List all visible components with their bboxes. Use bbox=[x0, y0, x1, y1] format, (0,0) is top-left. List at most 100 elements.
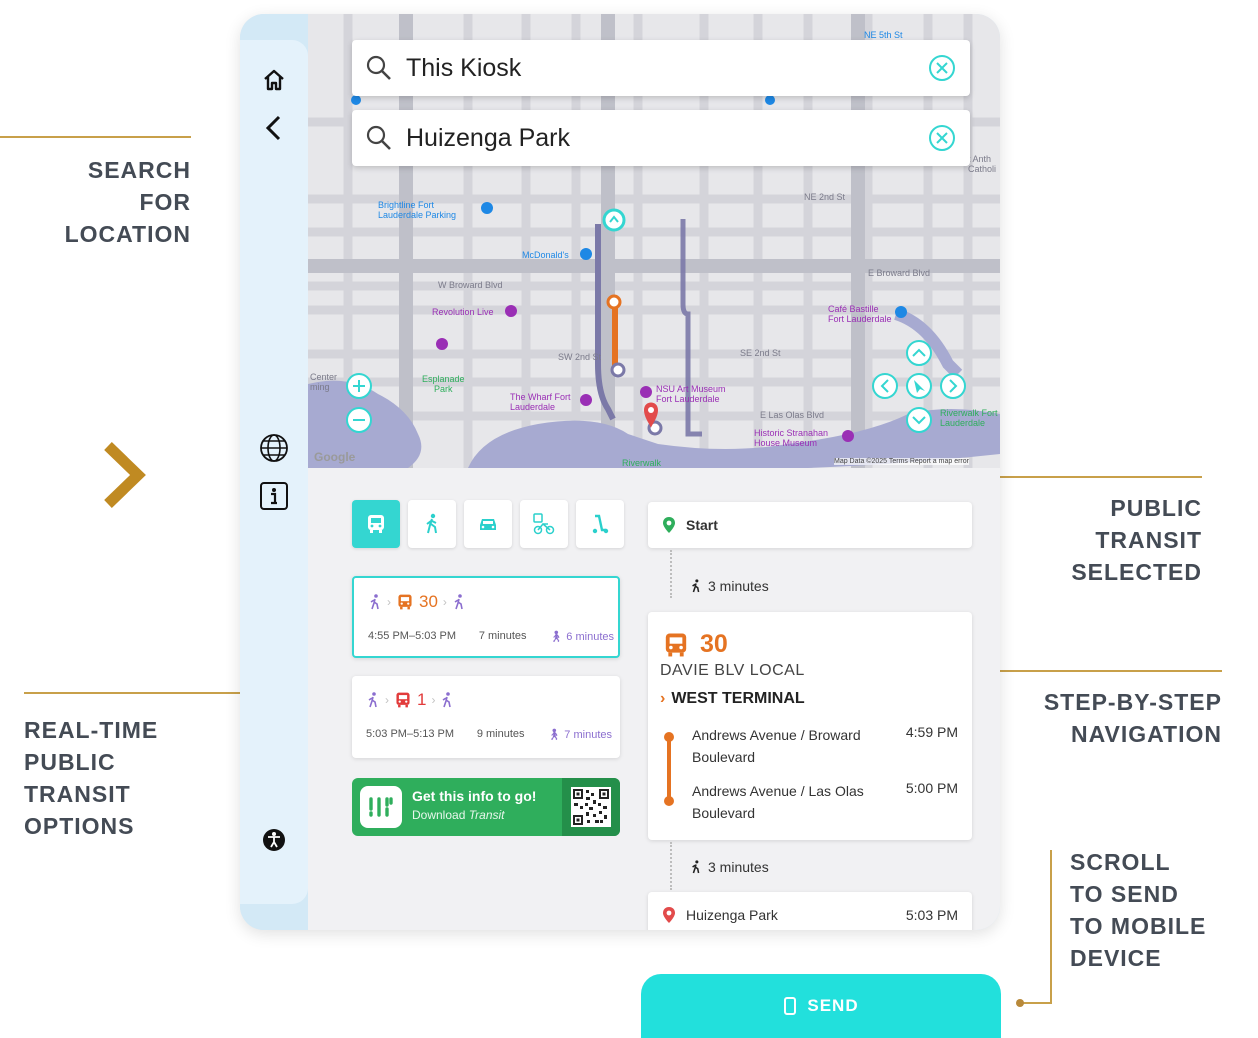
map-label-esplanade: Esplanade Park bbox=[422, 374, 465, 394]
transit-app-promo[interactable]: Get this info to go! Download Transit bbox=[352, 778, 620, 836]
info-icon[interactable] bbox=[254, 476, 294, 516]
promo-subtitle: Download Transit bbox=[412, 808, 505, 822]
scroll-callout-line-v bbox=[1050, 850, 1052, 1004]
accessibility-icon[interactable] bbox=[254, 820, 294, 860]
bus-route-name: DAVIE BLV LOCAL bbox=[660, 662, 805, 679]
pan-controls bbox=[872, 340, 966, 433]
mode-transit-button[interactable] bbox=[352, 500, 400, 548]
stop-1-time: 4:59 PM bbox=[905, 724, 958, 740]
destination-search-bar[interactable]: Huizenga Park bbox=[352, 110, 970, 166]
option-times: 4:55 PM–5:03 PM bbox=[368, 630, 457, 642]
home-icon[interactable] bbox=[254, 60, 294, 100]
transit-bus-icon bbox=[368, 515, 384, 533]
directions-panel: › 30 › 4:55 PM–5:03 PM 7 minutes 🚶︎ 6 mi… bbox=[308, 468, 1000, 930]
mode-walk-button[interactable] bbox=[408, 500, 456, 548]
pan-left-icon[interactable] bbox=[872, 373, 898, 399]
route-number: 1 bbox=[417, 690, 427, 709]
walk-icon bbox=[443, 692, 452, 708]
scroll-callout-line-h bbox=[1022, 1002, 1052, 1004]
map-label-nsu: NSU Art Museum Fort Lauderdale bbox=[656, 384, 726, 404]
step-start: Start bbox=[648, 502, 972, 548]
walk-icon bbox=[692, 860, 700, 874]
map-label-ne2nd: NE 2nd St bbox=[804, 192, 846, 202]
realtime-callout: REAL-TIME PUBLIC TRANSIT OPTIONS bbox=[24, 717, 159, 839]
car-icon bbox=[480, 519, 496, 530]
option-route-summary: › 30 › bbox=[368, 592, 466, 612]
route-number: 30 bbox=[419, 592, 438, 611]
stop-2: Andrews Avenue / Las Olas Boulevard bbox=[692, 783, 864, 821]
walk-step-2: 3 minutes bbox=[690, 859, 769, 875]
map-attribution[interactable]: Map Data ©2025 Terms Report a map error bbox=[834, 458, 969, 465]
send-label: SEND bbox=[807, 996, 859, 1015]
search-callout: SEARCH FOR LOCATION bbox=[64, 157, 191, 247]
pan-down-icon[interactable] bbox=[906, 407, 932, 433]
bus-icon bbox=[396, 692, 410, 708]
destination-search-input[interactable]: Huizenga Park bbox=[406, 124, 570, 153]
bus-route-header: 30 bbox=[662, 630, 728, 659]
walk-icon bbox=[692, 579, 700, 593]
recenter-icon[interactable] bbox=[906, 373, 932, 399]
map-label-se2nd: SE 2nd St bbox=[740, 348, 781, 358]
transit-option-2[interactable]: › 1 › 5:03 PM–5:13 PM 9 minutes 🚶︎ 7 min… bbox=[352, 676, 620, 758]
origin-search-input[interactable]: This Kiosk bbox=[406, 54, 521, 83]
stop-timeline bbox=[664, 732, 674, 806]
send-button[interactable]: SEND bbox=[641, 974, 1001, 1038]
clear-origin-icon[interactable] bbox=[928, 54, 956, 82]
end-time: 5:03 PM bbox=[905, 907, 958, 923]
sidebar bbox=[240, 14, 308, 930]
walk-icon bbox=[454, 594, 463, 610]
walk-connector bbox=[670, 842, 672, 890]
qr-code-icon bbox=[571, 787, 611, 827]
map-label-broward: W Broward Blvd bbox=[438, 280, 503, 290]
option-times: 5:03 PM–5:13 PM bbox=[366, 728, 455, 740]
search-icon bbox=[366, 55, 391, 80]
zoom-in-icon[interactable] bbox=[346, 373, 372, 399]
transit-app-logo bbox=[360, 786, 402, 828]
map-label-eb: E Broward Blvd bbox=[868, 268, 931, 278]
pan-right-icon[interactable] bbox=[940, 373, 966, 399]
phone-icon bbox=[784, 997, 797, 1015]
back-icon[interactable] bbox=[254, 108, 294, 148]
mode-car-button[interactable] bbox=[464, 500, 512, 548]
destination-pin-icon bbox=[663, 907, 675, 923]
map-label-mcdonalds: McDonald's bbox=[522, 250, 569, 260]
scroll-callout: SCROLL TO SEND TO MOBILE DEVICE bbox=[1070, 849, 1207, 971]
qr-code-panel bbox=[562, 778, 620, 836]
bus-step-card: 30 DAVIE BLV LOCAL › WEST TERMINAL Andrew… bbox=[648, 612, 972, 840]
stop-2-time: 5:00 PM bbox=[905, 780, 958, 796]
map-label-sw2nd: SW 2nd St bbox=[558, 352, 602, 362]
bus-icon bbox=[398, 594, 412, 610]
search-icon bbox=[366, 125, 391, 150]
origin-search-bar[interactable]: This Kiosk bbox=[352, 40, 970, 96]
zoom-out-icon[interactable] bbox=[346, 407, 372, 433]
transit-option-1[interactable]: › 30 › 4:55 PM–5:03 PM 7 minutes 🚶︎ 6 mi… bbox=[352, 576, 620, 658]
map-label-revolution: Revolution Live bbox=[432, 307, 494, 317]
google-logo: Google bbox=[314, 450, 356, 464]
clear-destination-icon[interactable] bbox=[928, 124, 956, 152]
mode-scooter-button[interactable] bbox=[576, 500, 624, 548]
kiosk-screen: Brightline Fort Lauderdale Parking McDona… bbox=[240, 14, 1000, 930]
sidebar-panel bbox=[240, 40, 308, 904]
scooter-icon bbox=[592, 514, 609, 534]
option-walk-time: 🚶︎ 7 minutes bbox=[547, 729, 612, 741]
direction-chevron-icon: › bbox=[660, 690, 666, 707]
walk-step-1: 3 minutes bbox=[690, 578, 769, 594]
map-label-riverwalk: Riverwalk bbox=[622, 458, 662, 468]
option-details: 4:55 PM–5:03 PM 7 minutes 🚶︎ 6 minutes bbox=[368, 630, 614, 643]
bus-route-number: 30 bbox=[700, 630, 728, 658]
mode-bike-share-button[interactable] bbox=[520, 500, 568, 548]
walk-icon bbox=[370, 594, 379, 610]
option-walk-time: 🚶︎ 6 minutes bbox=[549, 631, 614, 643]
start-pin-icon bbox=[663, 517, 675, 533]
map-label-center: Center ming bbox=[310, 372, 338, 392]
map-label-wharf: The Wharf Fort Lauderdale bbox=[510, 392, 571, 412]
chevron-right-icon bbox=[104, 442, 146, 508]
pan-up-icon[interactable] bbox=[906, 340, 932, 366]
option-details: 5:03 PM–5:13 PM 9 minutes 🚶︎ 7 minutes bbox=[366, 728, 612, 741]
option-route-summary: › 1 › bbox=[366, 690, 454, 710]
stop-1: Andrews Avenue / Broward Boulevard bbox=[692, 727, 861, 765]
map-label-anth: t Anth Catholi bbox=[968, 154, 997, 174]
promo-title: Get this info to go! bbox=[412, 788, 537, 804]
globe-icon[interactable] bbox=[254, 428, 294, 468]
option-duration: 7 minutes bbox=[478, 630, 527, 642]
